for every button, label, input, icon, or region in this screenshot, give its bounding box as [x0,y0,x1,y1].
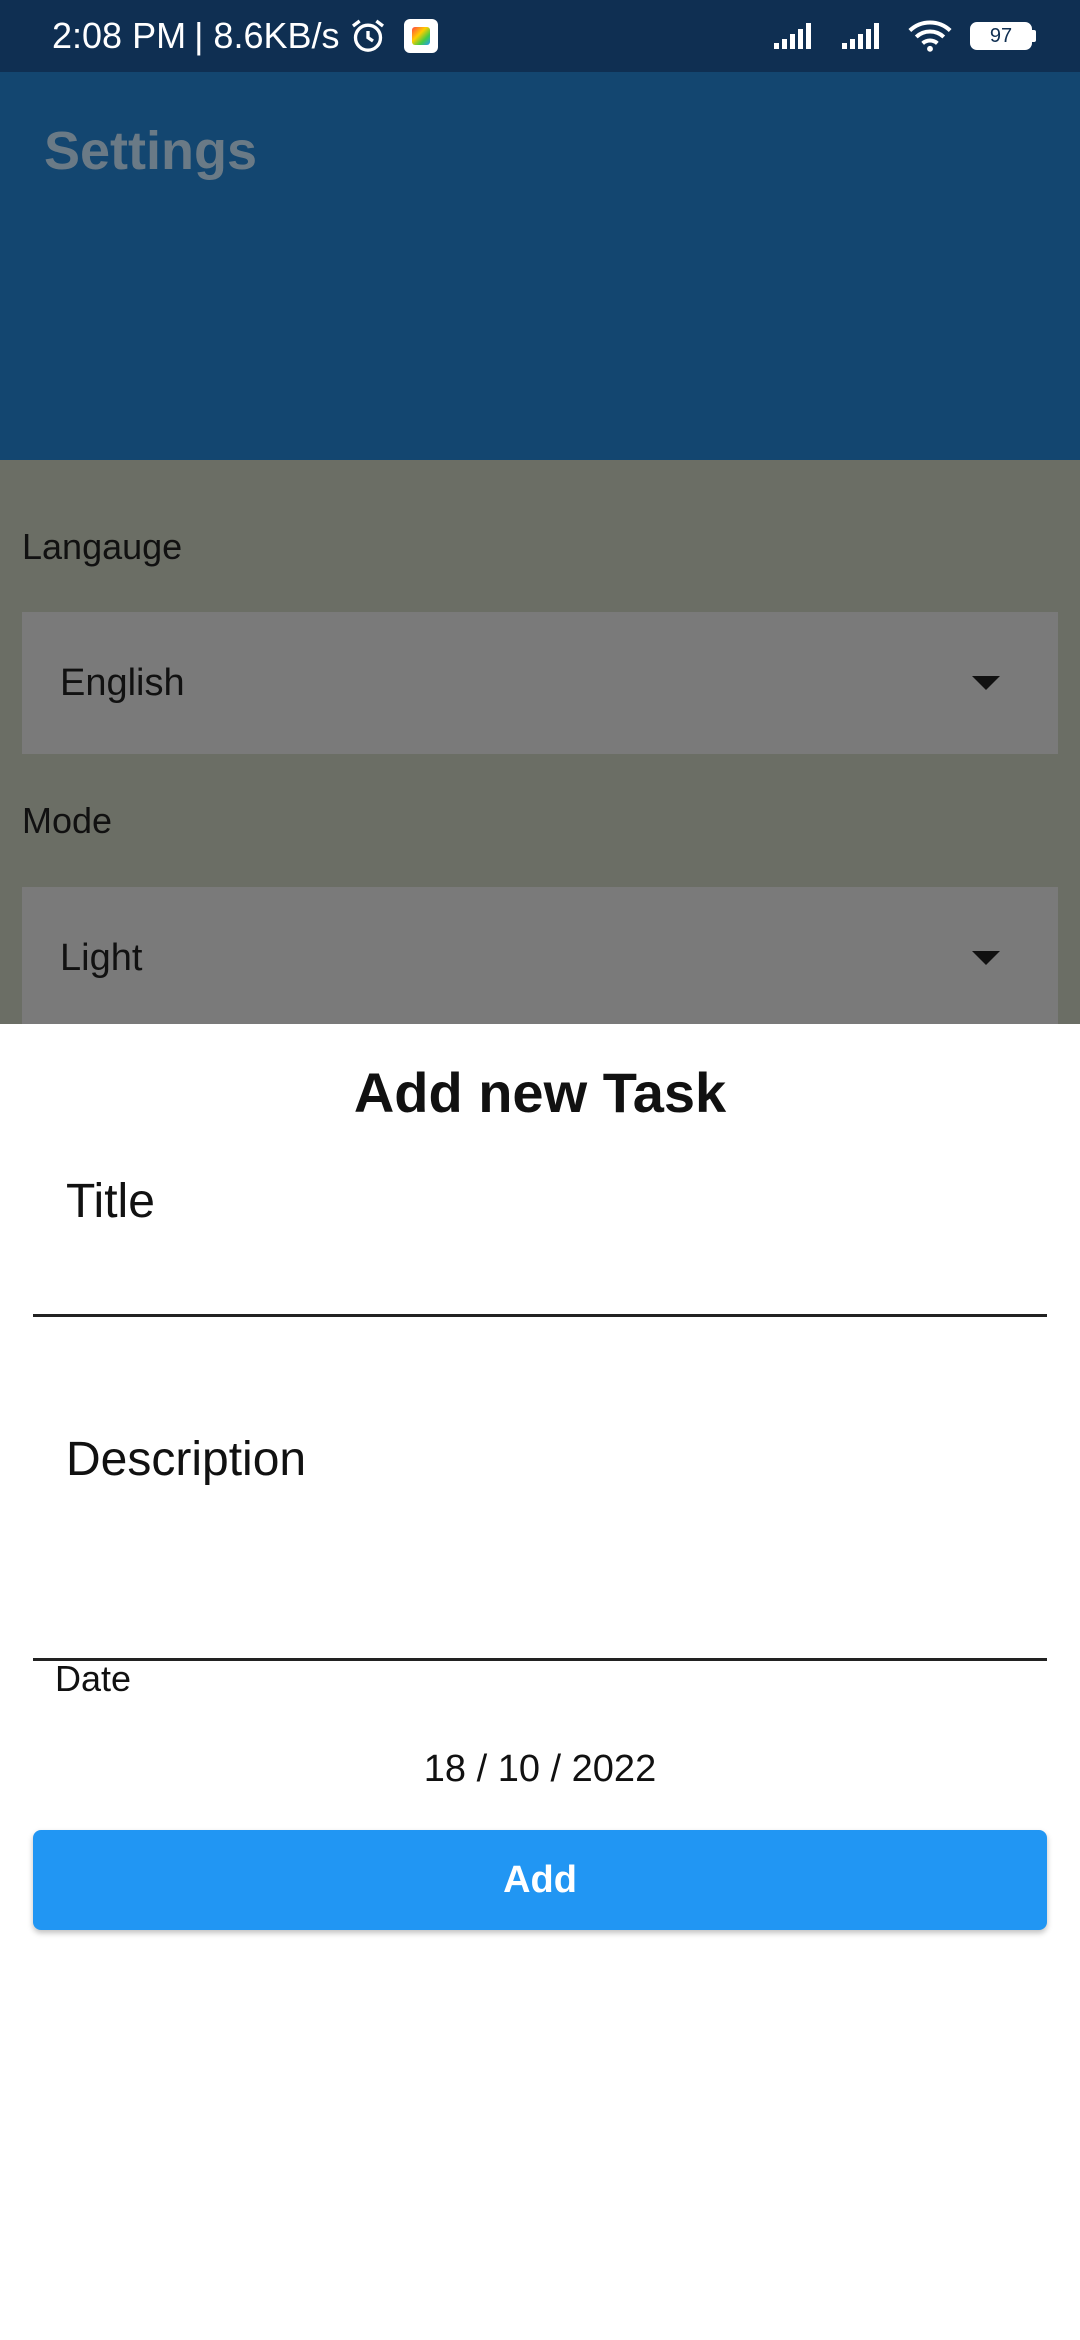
status-time: 2:08 PM [52,15,187,56]
wifi-icon [908,20,952,52]
date-value[interactable]: 18 / 10 / 2022 [0,1748,1080,1791]
language-label: Langauge [22,526,183,567]
title-field[interactable] [33,1130,1047,1317]
language-dropdown[interactable]: English [22,612,1058,754]
language-value: English [60,661,185,704]
battery-level: 97 [970,22,1032,50]
status-network-speed: | 8.6KB/s [194,15,340,56]
chevron-down-icon [972,951,1000,965]
battery-tip [1032,30,1036,42]
date-label: Date [55,1658,132,1699]
mode-value: Light [60,936,143,979]
alarm-icon [351,19,384,52]
status-left: 2:08 PM | 8.6KB/s [52,15,438,57]
signal-icon [842,23,879,49]
signal-icon [774,23,811,49]
add-task-sheet: Add new Task Title Description Date 18 /… [0,1024,1080,2340]
add-button[interactable]: Add [33,1830,1047,1930]
status-right: 97 [772,19,1036,53]
mode-label: Mode [22,800,113,841]
app-bar: Settings [0,72,1080,460]
app-notification-icon [403,19,438,53]
description-field[interactable] [33,1324,1047,1661]
status-bar: 2:08 PM | 8.6KB/s 97 [0,0,1080,72]
sheet-title: Add new Task [353,1061,727,1124]
battery-icon: 97 [970,22,1036,50]
chevron-down-icon [972,676,1000,690]
page-title: Settings [44,121,258,181]
settings-body: Langauge English Mode Light [0,460,1080,1029]
mode-dropdown[interactable]: Light [22,887,1058,1029]
